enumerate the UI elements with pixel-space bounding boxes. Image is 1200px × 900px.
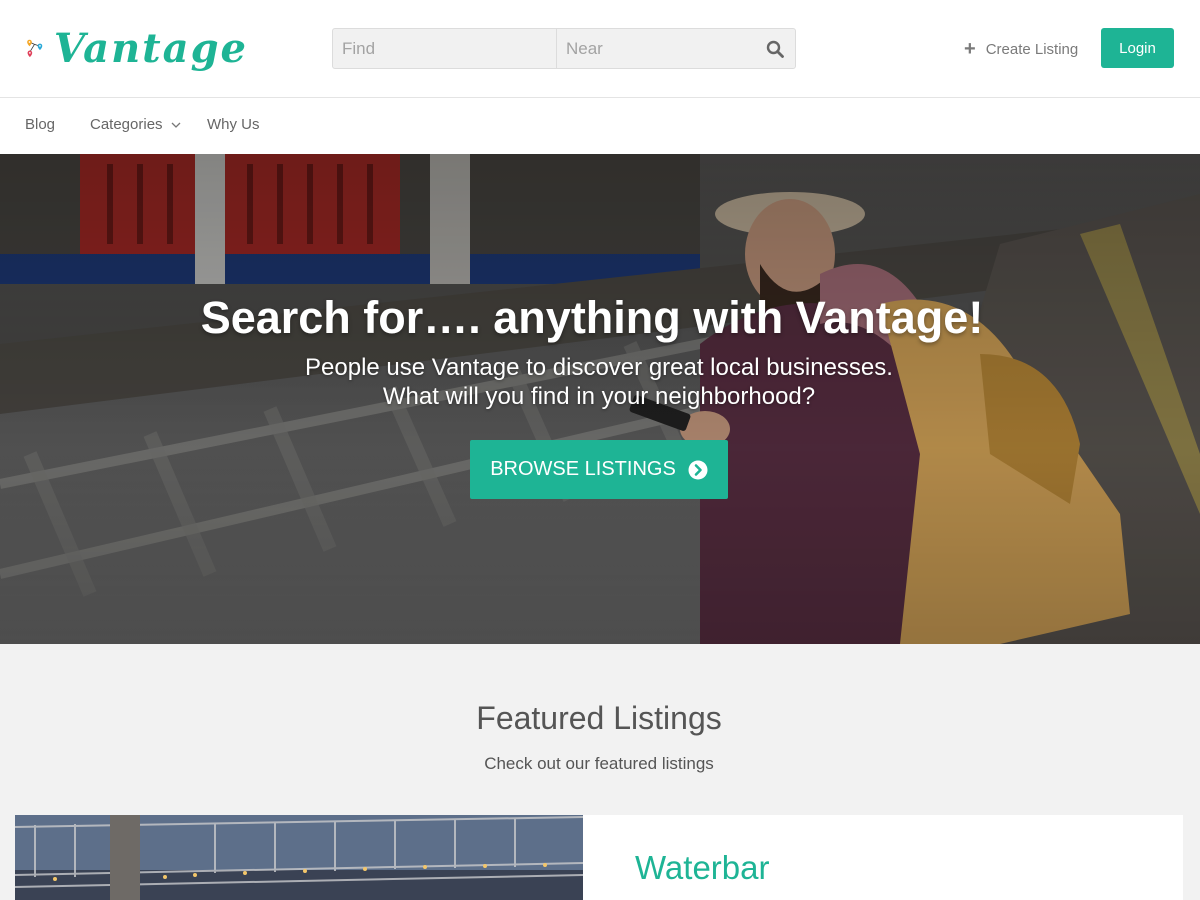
- search-bar: [332, 28, 796, 69]
- browse-listings-label: BROWSE LISTINGS: [490, 458, 676, 480]
- map-pins-logo-icon: [27, 39, 43, 58]
- login-button[interactable]: Login: [1101, 28, 1174, 68]
- search-button[interactable]: [755, 29, 795, 68]
- main-nav: Blog Categories Why Us: [0, 98, 1200, 154]
- listing-card[interactable]: Waterbar: [15, 815, 1183, 900]
- site-header: Vantage + Create Listing Login: [0, 0, 1200, 98]
- search-icon: [766, 40, 784, 58]
- hero-title: Search for…. anything with Vantage!: [200, 292, 984, 343]
- hero-subtitle-line-2: What will you find in your neighborhood?: [382, 383, 816, 410]
- create-listing-link[interactable]: + Create Listing: [964, 37, 1078, 61]
- near-input[interactable]: [557, 29, 755, 68]
- plus-icon: +: [964, 38, 976, 60]
- nav-item-categories[interactable]: Categories: [90, 116, 181, 133]
- arrow-circle-right-icon: [688, 460, 708, 479]
- listing-title[interactable]: Waterbar: [635, 849, 769, 887]
- site-logo[interactable]: Vantage: [26, 22, 248, 76]
- hero-subtitle: People use Vantage to discover great loc…: [0, 353, 1198, 411]
- nav-item-blog[interactable]: Blog: [25, 116, 55, 133]
- nav-item-label: Blog: [25, 116, 56, 133]
- hero-banner: Search for…. anything with Vantage! Peop…: [0, 154, 1200, 644]
- nav-item-label: Why Us: [207, 116, 260, 133]
- create-listing-label: Create Listing: [985, 40, 1079, 58]
- nav-item-why-us[interactable]: Why Us: [207, 116, 260, 133]
- hero-subtitle-line-1: People use Vantage to discover great loc…: [305, 354, 893, 381]
- featured-listings-subtitle: Check out our featured listings: [484, 754, 714, 773]
- nav-item-label: Categories: [90, 116, 163, 133]
- chevron-down-icon: [171, 122, 181, 128]
- featured-listings-title: Featured Listings: [476, 700, 722, 736]
- logo-text: Vantage: [53, 25, 248, 72]
- browse-listings-button[interactable]: BROWSE LISTINGS: [470, 440, 728, 499]
- find-input[interactable]: [333, 29, 557, 68]
- listing-image: [15, 815, 583, 900]
